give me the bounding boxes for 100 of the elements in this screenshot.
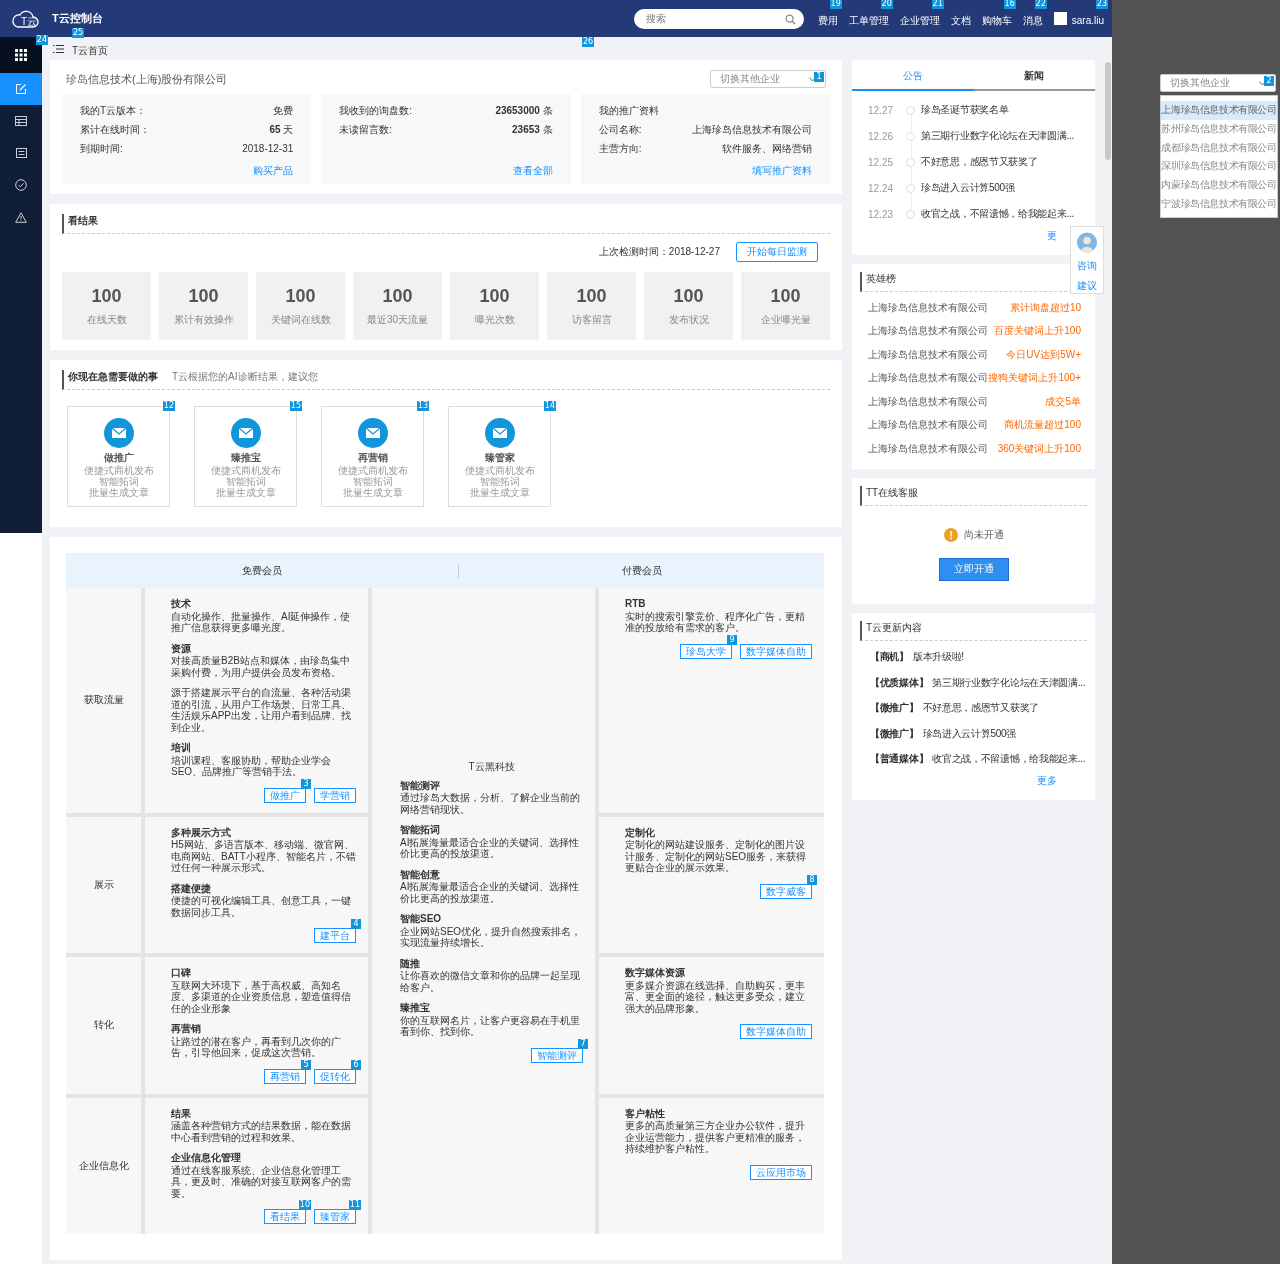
service-title: 再营销 [357,451,388,465]
logo[interactable]: T云 [10,8,40,29]
info-label: 我的T云版本： [80,104,147,117]
update-item[interactable]: 【普通媒体】 收官之战，不留遗憾，给我能起来... [860,746,1087,772]
number-badge: 24 [35,35,48,45]
number-badge: 5 [301,1059,311,1070]
outline-button[interactable]: 云应用市场 [750,1164,812,1180]
outline-button[interactable]: 数字媒体自助 [740,643,812,659]
section-title: T云更新内容 [860,620,1087,641]
feature-description: 涵盖各种营销方式的结果数据，能在数据中心看到营销的过程和效果。 [171,1120,352,1143]
company-name: 上海珍岛信息技术有限公司 [868,418,988,433]
stat-label: 访客留言 [571,312,612,327]
news-date: 12.23 [868,208,895,220]
feature-title: 培训 [171,742,192,754]
nav-link[interactable]: 企业管理 [899,14,940,26]
outline-button[interactable]: 看结果 [264,1209,306,1224]
panel-link[interactable]: 填写推广资料 [752,165,812,176]
info-label: 未读留言数: [339,123,393,136]
number-badge: 23 [1095,0,1108,9]
column-header: 付费会员 [620,563,663,578]
feature-description: 自动化操作、批量操作、AI延伸操作，使推广信息获得更多曝光度。 [171,610,352,634]
search-field[interactable]: 搜索 [633,8,804,29]
update-item[interactable]: 【商机】 版本升级啦! [860,644,1087,670]
nav-link[interactable]: 消息 [1022,14,1043,26]
outline-button[interactable]: 数字媒体自助 [740,1024,812,1039]
category-cell: 获取流量 [66,588,141,813]
outline-button[interactable]: 建平台 [314,928,356,943]
outline-button[interactable]: 再营销 [264,1068,306,1084]
feature-description: 更多的高质量第三方企业办公软件，提升企业运营能力，提供客户更精准的服务，持续维护客户粘性。 [625,1120,806,1155]
search-icon[interactable] [784,13,796,25]
user-avatar[interactable] [1053,12,1067,25]
dropdown-option[interactable]: 上海珍岛信息技术有限公司 [1161,101,1277,120]
nav-link[interactable]: 文档 [950,14,971,26]
number-badge: 12 [162,401,175,411]
info-value: 65 天 [269,123,294,136]
menu-icon[interactable] [53,44,64,53]
achievement: 成交5单 [1045,394,1081,409]
news-link[interactable]: 收官之战，不留遗憾，给我能起来... [921,207,1074,221]
info-value: 23653 条 [512,123,553,136]
company-name: 上海珍岛信息技术有限公司 [868,300,988,315]
update-item[interactable]: 【微推广】 不好意思，感恩节又获奖了 [860,695,1087,721]
list-icon [15,148,27,158]
outline-button[interactable]: 臻管家 [314,1209,356,1224]
company-name: 上海珍岛信息技术有限公司 [868,394,988,409]
outline-button[interactable]: 珍岛大学 [680,643,732,659]
number-badge: 15 [289,401,302,411]
more-link[interactable]: 更 [1047,230,1057,241]
info-value: 免费 [273,104,294,117]
dropdown-option[interactable]: 内蒙珍岛信息技术有限公司 [1161,175,1277,195]
news-link[interactable]: 珍岛圣诞节获奖名单 [921,103,1009,117]
status-text: 尚未开通 [963,527,1004,542]
info-value: 23653000 条 [495,104,553,117]
achievement: 搜狗关键词上升100+ [988,371,1081,386]
number-badge: 22 [1034,0,1047,9]
caret-icon [809,76,816,82]
more-link[interactable]: 更多 [1037,775,1057,786]
news-link[interactable]: 珍岛进入云计算500强 [921,181,1015,195]
news-link[interactable]: 第三期行业数字化论坛在天津圆满... [921,129,1074,143]
number-badge: 8 [807,874,817,885]
feature-description: 便捷的可视化编辑工具、创意工具，一键数据同步工具。 [171,895,352,918]
number-badge: 3 [301,778,311,789]
timeline-dot [906,183,915,193]
activate-button[interactable]: 立即开通 [938,557,1009,581]
panel-link[interactable]: 查看全部 [512,165,553,176]
stat-label: 最近30天流量 [366,312,429,327]
help-link[interactable]: 咨询 [1077,259,1097,273]
scrollbar[interactable] [1104,37,1112,1264]
nav-link[interactable]: 购物车 [981,14,1012,26]
number-badge: 9 [727,634,737,645]
info-label: 累计在线时间： [80,123,150,136]
number-badge: 14 [543,401,556,411]
breadcrumb-item[interactable]: T云首页 [72,44,109,56]
dropdown-option[interactable]: 深圳珍岛信息技术有限公司 [1161,157,1277,176]
outline-button[interactable]: 促转化 [314,1068,356,1084]
nav-link[interactable]: 费用 [817,14,838,26]
help-link[interactable]: 建议 [1077,279,1097,293]
achievement: 累计询盘超过10 [1009,300,1081,315]
feature-description: 源于搭建展示平台的自流量、各种活动渠道的引流，从用户工作场景、日常工具、生活娱乐APP出发，让用户看到品牌、找到企业。 [171,687,352,733]
update-item[interactable]: 【微推广】 珍岛进入云计算500强 [860,721,1087,747]
dropdown-option[interactable]: 苏州珍岛信息技术有限公司 [1161,119,1277,139]
monitor-button[interactable]: 开始每日监测 [736,242,818,262]
outline-button[interactable]: 学营销 [314,787,356,803]
warning-icon [15,211,27,223]
info-value: 2018-12-31 [242,142,294,155]
dropdown-option[interactable]: 成都珍岛信息技术有限公司 [1161,138,1277,158]
nav-link[interactable]: 工单管理 [848,14,889,26]
update-item[interactable]: 【优质媒体】 第三期行业数字化论坛在天津圆满... [860,670,1087,696]
outline-button[interactable]: 智能测评 [531,1047,583,1063]
envelope-icon [230,418,261,448]
caret-icon [1259,80,1266,86]
tab[interactable]: 公告 [852,60,974,91]
feature-description: 让你喜欢的微信文章和你的品牌一起呈现给客户。 [400,970,581,993]
dropdown-option[interactable]: 宁波珍岛信息技术有限公司 [1161,194,1277,214]
stat-value: 100 [382,285,413,307]
user-name-link[interactable]: sara.liu [1071,14,1104,26]
outline-button[interactable]: 数字威客 [760,883,812,899]
news-link[interactable]: 不好意思，感恩节又获奖了 [921,155,1038,169]
tab[interactable]: 新闻 [973,60,1095,91]
outline-button[interactable]: 做推广 [264,787,306,803]
panel-link[interactable]: 购买产品 [253,165,294,176]
